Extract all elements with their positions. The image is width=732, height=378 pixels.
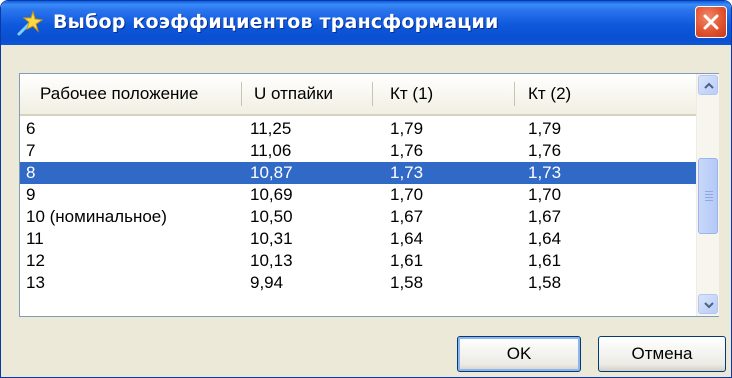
cell-position: 7 [26, 141, 36, 160]
cell-position: 12 [26, 251, 45, 270]
scroll-thumb[interactable] [698, 158, 718, 234]
window-title: Выбор коэффициентов трансформации [53, 11, 499, 33]
coefficients-table[interactable]: Рабочее положение U отпайки Кт (1) Кт (2… [19, 73, 719, 317]
column-header-kt1[interactable]: Кт (1) [390, 84, 433, 104]
table-row-selected[interactable]: 8 10,87 1,73 1,73 [20, 162, 696, 184]
grip-line [705, 200, 713, 201]
column-divider[interactable] [514, 82, 515, 106]
sparkle-wand-icon [15, 10, 44, 38]
chevron-down-icon [704, 302, 714, 309]
cell-kt1: 1,64 [390, 229, 424, 248]
close-button[interactable] [695, 6, 727, 38]
cell-u-tap: 10,87 [250, 163, 293, 182]
cell-kt2: 1,64 [528, 229, 562, 248]
cell-kt2: 1,58 [528, 273, 562, 292]
dialog-window: Выбор коэффициентов трансформации Рабоче… [0, 0, 732, 378]
cell-kt1: 1,61 [390, 251, 424, 270]
cell-position: 6 [26, 119, 36, 138]
cell-kt1: 1,76 [390, 141, 424, 160]
table-row[interactable]: 7 11,06 1,76 1,76 [20, 140, 696, 162]
cell-kt1: 1,79 [390, 119, 424, 138]
cancel-button[interactable]: Отмена [598, 336, 726, 372]
cell-position: 11 [26, 229, 44, 248]
grip-line [705, 197, 713, 198]
cell-u-tap: 11,06 [250, 141, 292, 160]
cell-kt2: 1,67 [528, 207, 562, 226]
grip-line [705, 191, 713, 192]
cell-position: 9 [26, 185, 36, 204]
scroll-down-button[interactable] [698, 294, 718, 314]
table-row[interactable]: 11 10,31 1,64 1,64 [20, 228, 696, 250]
column-divider[interactable] [241, 82, 242, 106]
table-row[interactable]: 6 11,25 1,79 1,79 [20, 118, 696, 140]
cell-position: 10 (номинальное) [26, 207, 167, 226]
table-header: Рабочее положение U отпайки Кт (1) Кт (2… [20, 74, 696, 116]
close-icon [703, 14, 719, 30]
cell-kt1: 1,58 [390, 273, 424, 292]
vertical-scrollbar[interactable] [696, 74, 719, 316]
cell-kt1: 1,67 [390, 207, 424, 226]
title-bar[interactable]: Выбор коэффициентов трансформации [1, 1, 731, 45]
cell-u-tap: 10,69 [250, 185, 293, 204]
grip-line [705, 194, 713, 195]
table-row[interactable]: 13 9,94 1,58 1,58 [20, 272, 696, 294]
cell-kt2: 1,61 [528, 251, 562, 270]
column-divider[interactable] [372, 82, 373, 106]
cell-u-tap: 11,25 [250, 119, 292, 138]
cell-kt2: 1,79 [528, 119, 562, 138]
table-row[interactable]: 12 10,13 1,61 1,61 [20, 250, 696, 272]
column-header-position[interactable]: Рабочее положение [40, 84, 198, 104]
cell-kt2: 1,76 [528, 141, 562, 160]
table-row[interactable]: 9 10,69 1,70 1,70 [20, 184, 696, 206]
cell-u-tap: 10,13 [250, 251, 293, 270]
cell-kt1: 1,70 [390, 185, 424, 204]
cell-position: 8 [26, 163, 36, 182]
ok-button[interactable]: OK [457, 336, 581, 372]
column-header-kt2[interactable]: Кт (2) [528, 84, 571, 104]
cell-u-tap: 10,50 [250, 207, 293, 226]
cell-kt2: 1,70 [528, 185, 562, 204]
cell-kt1: 1,73 [390, 163, 424, 182]
cell-kt2: 1,73 [528, 163, 562, 182]
table-row[interactable]: 10 (номинальное) 10,50 1,67 1,67 [20, 206, 696, 228]
chevron-up-icon [704, 82, 714, 89]
scroll-up-button[interactable] [698, 75, 718, 95]
cell-u-tap: 10,31 [250, 229, 293, 248]
cell-position: 13 [26, 273, 45, 292]
cell-u-tap: 9,94 [250, 273, 284, 292]
column-header-u-tap[interactable]: U отпайки [254, 84, 333, 104]
